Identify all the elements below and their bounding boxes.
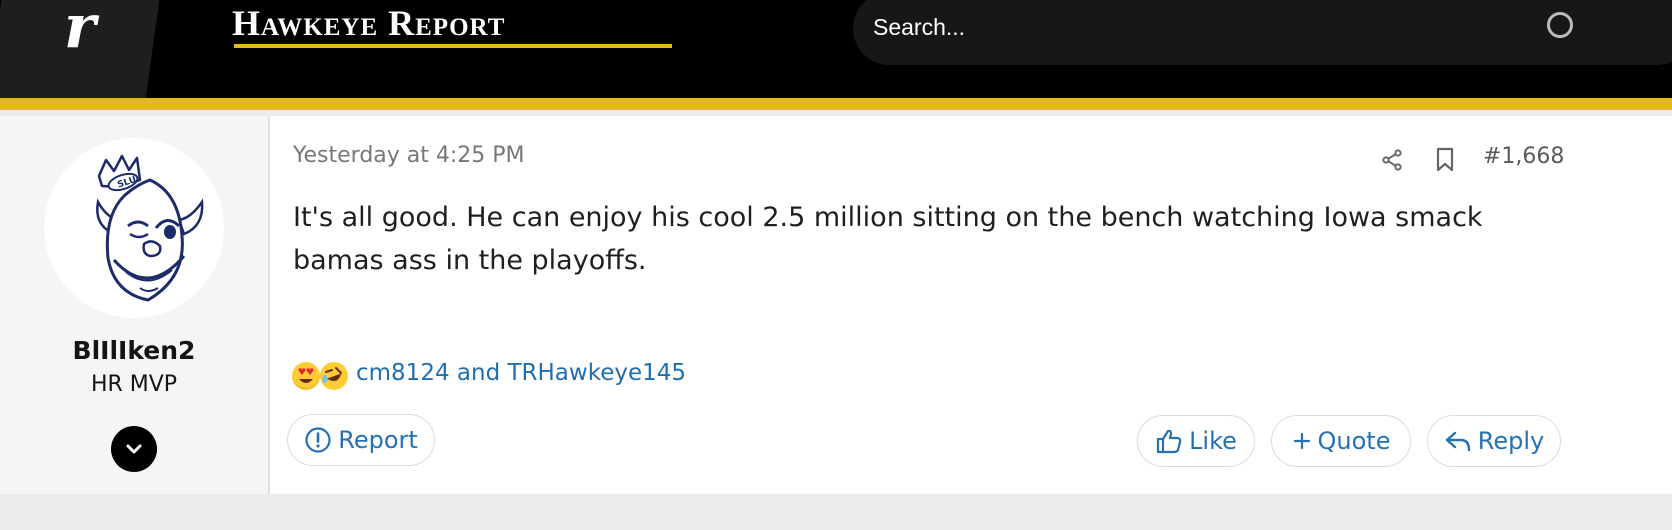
quote-label: Quote <box>1317 427 1391 455</box>
share-icon[interactable] <box>1380 148 1404 172</box>
search-icon[interactable] <box>1547 12 1573 38</box>
header-accent-bar <box>0 98 1672 110</box>
reply-arrow-icon <box>1445 431 1470 452</box>
post-username[interactable]: BlIlIken2 <box>0 336 268 365</box>
post-body: It's all good. He can enjoy his cool 2.5… <box>293 202 1483 276</box>
chevron-down-icon <box>126 444 142 454</box>
billiken-mascot-icon: SLU <box>96 154 204 302</box>
alert-circle-icon <box>305 427 331 453</box>
plus-icon <box>1293 432 1310 450</box>
post-number[interactable]: #1,668 <box>1483 144 1564 169</box>
user-title: HR MVP <box>90 372 178 397</box>
thumbs-up-icon <box>1156 429 1182 454</box>
rofl-emoji-icon <box>320 362 348 390</box>
avatar[interactable]: SLU <box>44 138 224 318</box>
search-input[interactable]: Search... <box>873 14 965 41</box>
title-underline <box>234 44 672 48</box>
site-header: r Hawkeye Report Search... <box>0 0 1672 98</box>
bookmark-icon[interactable] <box>1434 147 1456 173</box>
expand-author-button[interactable] <box>111 426 157 472</box>
reaction-users-link[interactable]: cm8124 and TRHawkeye145 <box>356 360 686 386</box>
reply-label: Reply <box>1477 427 1545 455</box>
logo-letter[interactable]: r <box>64 0 96 62</box>
reply-button[interactable]: Reply <box>1427 415 1561 467</box>
heart-eyes-emoji-icon <box>292 362 320 390</box>
report-button[interactable]: Report <box>287 414 435 466</box>
post-author-panel: SLU BlIlIken2 HR MVP <box>0 116 270 494</box>
like-label: Like <box>1189 427 1237 455</box>
site-title-text[interactable]: Hawkeye Report <box>232 3 505 43</box>
post-timestamp[interactable]: Yesterday at 4:25 PM <box>293 143 525 168</box>
report-label: Report <box>338 426 418 454</box>
quote-button[interactable]: Quote <box>1271 415 1411 467</box>
like-button[interactable]: Like <box>1137 415 1255 467</box>
site-title[interactable]: Hawkeye Report <box>232 2 505 44</box>
forum-post: SLU BlIlIken2 HR MVP Yesterday at 4:25 P… <box>0 116 1672 494</box>
